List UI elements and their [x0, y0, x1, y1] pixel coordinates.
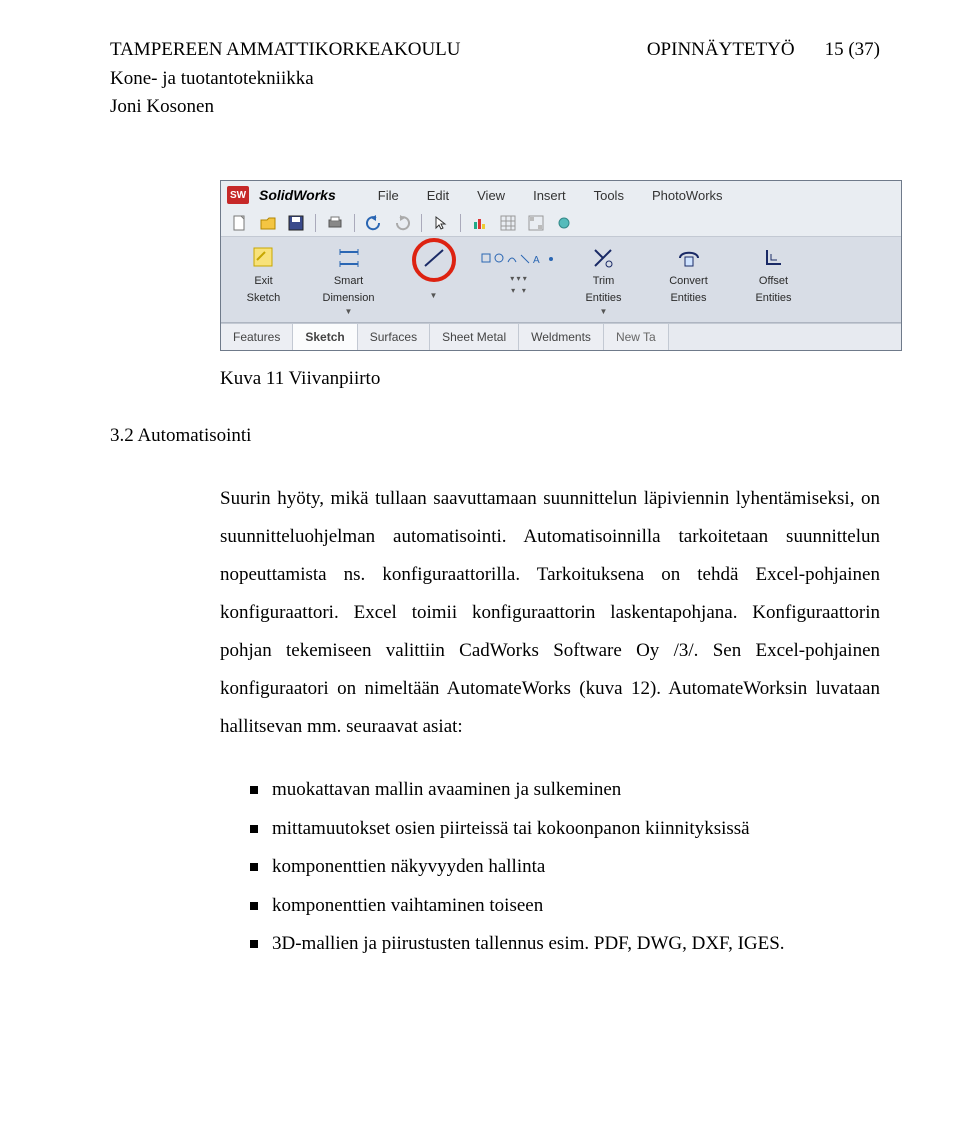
- trim-entities-button[interactable]: TrimEntities ▼: [561, 237, 646, 322]
- sw-std-toolbar: [221, 210, 901, 236]
- btn-label: [391, 273, 476, 290]
- tab-features[interactable]: Features: [221, 324, 293, 350]
- author-name: Joni Kosonen: [110, 93, 461, 122]
- tab-new-truncated[interactable]: New Ta: [604, 324, 669, 350]
- sw-command-manager: ExitSketch SmartDimension ▼ ▼ A ▾ ▾ ▾ ▾ …: [221, 236, 901, 323]
- save-icon[interactable]: [285, 213, 307, 233]
- open-file-icon[interactable]: [257, 213, 279, 233]
- section-heading: 3.2 Automatisointi: [110, 422, 880, 451]
- svg-text:A: A: [533, 255, 540, 264]
- tab-surfaces[interactable]: Surfaces: [358, 324, 430, 350]
- config-icon[interactable]: [525, 213, 547, 233]
- solidworks-screenshot: SW SolidWorks File Edit View Insert Tool…: [220, 180, 902, 352]
- sw-menubar: SW SolidWorks File Edit View Insert Tool…: [221, 181, 901, 211]
- tab-sheet-metal[interactable]: Sheet Metal: [430, 324, 519, 350]
- rebuild-icon[interactable]: [469, 213, 491, 233]
- convert-entities-button[interactable]: ConvertEntities: [646, 237, 731, 322]
- tab-weldments[interactable]: Weldments: [519, 324, 604, 350]
- solidworks-brand: SolidWorks: [259, 185, 336, 206]
- line-tool-button[interactable]: ▼: [391, 237, 476, 322]
- redo-icon[interactable]: [391, 213, 413, 233]
- btn-label: ExitSketch: [221, 273, 306, 306]
- btn-label: TrimEntities: [561, 273, 646, 306]
- btn-label: ConvertEntities: [646, 273, 731, 306]
- doc-type: OPINNÄYTETYÖ: [647, 36, 795, 122]
- print-icon[interactable]: [324, 213, 346, 233]
- body-paragraph: Suurin hyöty, mikä tullaan saavuttamaan …: [220, 480, 880, 746]
- menu-edit[interactable]: Edit: [415, 184, 461, 208]
- btn-label: OffsetEntities: [731, 273, 816, 306]
- menu-insert[interactable]: Insert: [521, 184, 578, 208]
- menu-photoworks[interactable]: PhotoWorks: [640, 184, 735, 208]
- appearance-icon[interactable]: [553, 213, 575, 233]
- exit-sketch-button[interactable]: ExitSketch: [221, 237, 306, 322]
- bullet-list: muokattavan mallin avaaminen ja sulkemin…: [250, 776, 880, 959]
- header-left: TAMPEREEN AMMATTIKORKEAKOULU Kone- ja tu…: [110, 36, 461, 122]
- menu-view[interactable]: View: [465, 184, 517, 208]
- new-file-icon[interactable]: [229, 213, 251, 233]
- figure-caption: Kuva 11 Viivanpiirto: [220, 365, 880, 394]
- list-item: muokattavan mallin avaaminen ja sulkemin…: [250, 776, 880, 805]
- tab-sketch[interactable]: Sketch: [293, 324, 357, 350]
- programme-name: Kone- ja tuotantotekniikka: [110, 65, 461, 94]
- list-item: komponenttien vaihtaminen toiseen: [250, 892, 880, 921]
- grid-icon[interactable]: [497, 213, 519, 233]
- select-icon[interactable]: [430, 213, 452, 233]
- menu-file[interactable]: File: [366, 184, 411, 208]
- page-header: TAMPEREEN AMMATTIKORKEAKOULU Kone- ja tu…: [110, 36, 880, 122]
- sw-tabstrip: Features Sketch Surfaces Sheet Metal Wel…: [221, 323, 901, 350]
- sketch-tool-group[interactable]: A ▾ ▾ ▾ ▾ ▾: [476, 237, 561, 322]
- list-item: mittamuutokset osien piirteissä tai koko…: [250, 815, 880, 844]
- page-number: 15 (37): [825, 36, 880, 122]
- list-item: komponenttien näkyvyyden hallinta: [250, 853, 880, 882]
- solidworks-logo-icon: SW: [227, 186, 249, 204]
- offset-entities-button[interactable]: OffsetEntities: [731, 237, 816, 322]
- undo-icon[interactable]: [363, 213, 385, 233]
- header-right: OPINNÄYTETYÖ 15 (37): [647, 36, 880, 122]
- btn-label: SmartDimension: [306, 273, 391, 306]
- smart-dimension-button[interactable]: SmartDimension ▼: [306, 237, 391, 322]
- list-item: 3D-mallien ja piirustusten tallennus esi…: [250, 930, 880, 959]
- institution-name: TAMPEREEN AMMATTIKORKEAKOULU: [110, 36, 461, 65]
- menu-tools[interactable]: Tools: [582, 184, 636, 208]
